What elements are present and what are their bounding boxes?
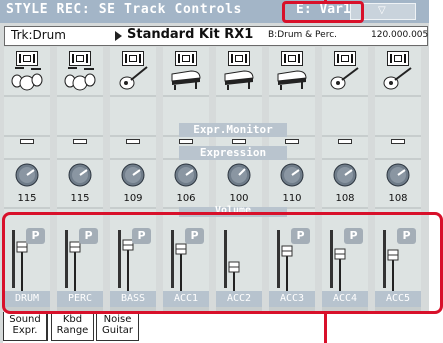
track-mode-icon[interactable] xyxy=(16,51,38,66)
expression-knob[interactable] xyxy=(13,161,41,189)
expression-monitor-bar xyxy=(20,139,34,144)
grand-piano-icon xyxy=(224,70,254,90)
expression-knob[interactable] xyxy=(119,161,147,189)
track-mode-icon[interactable] xyxy=(69,51,91,66)
track-mode-icon[interactable] xyxy=(387,51,409,66)
drum-kit-icon xyxy=(11,67,43,91)
expression-monitor-bar xyxy=(232,139,246,144)
sound-name[interactable]: Standard Kit RX1 xyxy=(127,27,253,42)
track-name: Trk:Drum xyxy=(11,28,66,42)
track-mode-icon[interactable] xyxy=(228,51,250,66)
expression-knob[interactable] xyxy=(384,161,412,189)
acoustic-guitar-icon xyxy=(330,67,359,90)
expression-value: 106 xyxy=(176,193,196,204)
grand-piano-icon xyxy=(277,70,307,90)
expression-knob[interactable] xyxy=(331,161,359,189)
expression-monitor-bar xyxy=(338,139,352,144)
program-number: 120.000.005 xyxy=(371,30,429,40)
drum-kit-icon xyxy=(64,67,96,91)
variation-highlight xyxy=(282,1,364,23)
volume-highlight xyxy=(2,212,443,314)
expression-value: 109 xyxy=(123,193,143,204)
expression-value: 115 xyxy=(70,193,90,204)
bass-guitar-icon xyxy=(119,66,148,90)
expression-value: 110 xyxy=(282,193,302,204)
track-mode-icon[interactable] xyxy=(122,51,144,66)
expression-knob[interactable] xyxy=(172,161,200,189)
expression-value: 115 xyxy=(17,193,37,204)
acoustic-guitar-icon xyxy=(383,67,412,90)
chevron-down-icon: ▽ xyxy=(378,5,386,16)
expression-monitor-bar xyxy=(73,139,87,144)
tab-noise-guitar[interactable]: Noise Guitar xyxy=(96,312,139,341)
track-mode-icon[interactable] xyxy=(281,51,303,66)
expression-knob[interactable] xyxy=(225,161,253,189)
expression-value: 108 xyxy=(335,193,355,204)
expression-knob[interactable] xyxy=(278,161,306,189)
expression-monitor-bar xyxy=(179,139,193,144)
tab-bar: Sound Expr. Kbd Range Noise Guitar xyxy=(3,312,429,343)
page-title: STYLE REC: SE Track Controls xyxy=(6,2,242,17)
tab-sound-expr[interactable]: Sound Expr. xyxy=(3,312,48,341)
title-bar: STYLE REC: SE Track Controls E: Var1 ▽ xyxy=(0,0,429,23)
callout-line-bottom xyxy=(324,314,327,343)
expression-value: 108 xyxy=(388,193,408,204)
play-triangle-icon xyxy=(115,31,122,41)
expression-header: Expression xyxy=(179,146,287,160)
expr-monitor-header: Expr.Monitor xyxy=(179,123,287,137)
track-info-bar[interactable]: Trk:Drum Standard Kit RX1 B:Drum & Perc.… xyxy=(4,26,428,46)
track-mode-icon[interactable] xyxy=(334,51,356,66)
expression-monitor-bar xyxy=(126,139,140,144)
tab-kbd-range[interactable]: Kbd Range xyxy=(51,312,94,341)
track-mode-icon[interactable] xyxy=(175,51,197,66)
expression-monitor-bar xyxy=(285,139,299,144)
expression-knob[interactable] xyxy=(66,161,94,189)
grand-piano-icon xyxy=(171,70,201,90)
expression-value: 100 xyxy=(229,193,249,204)
sound-category: B:Drum & Perc. xyxy=(268,30,338,40)
expression-monitor-bar xyxy=(391,139,405,144)
